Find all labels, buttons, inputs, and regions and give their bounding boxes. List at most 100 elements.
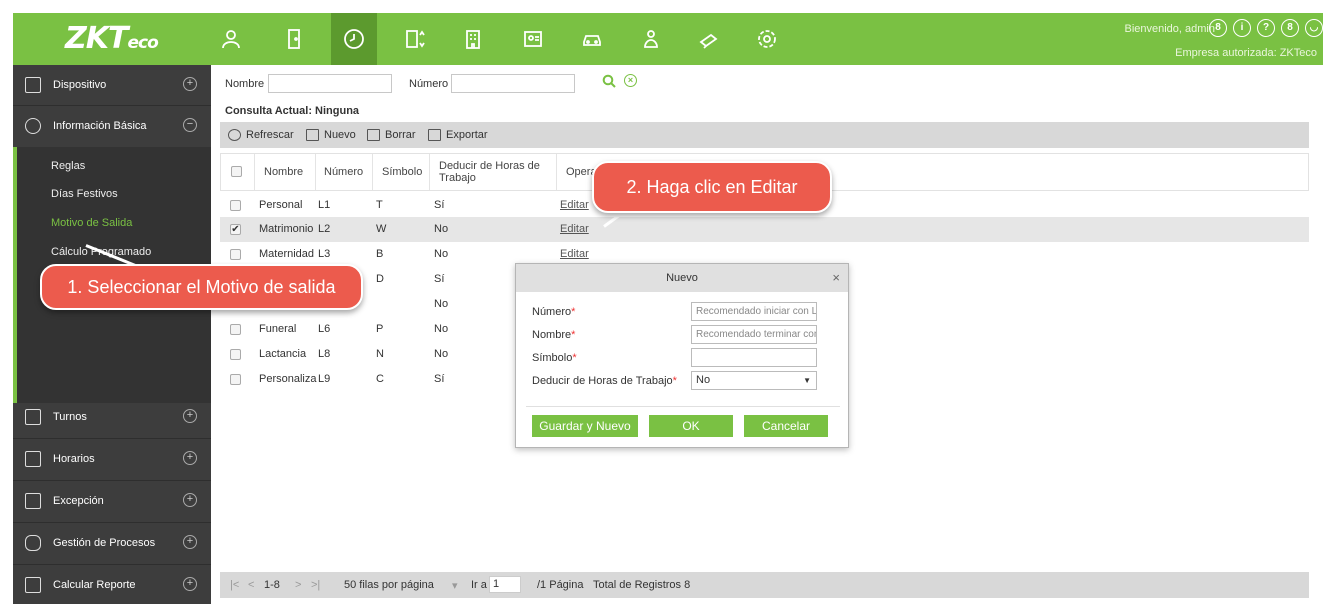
row-checkbox[interactable]: ✔ (230, 224, 241, 235)
sidebar-section-informacion-basica[interactable]: Información Básica − (13, 106, 211, 146)
help-icon[interactable]: ? (1257, 19, 1275, 37)
cancel-button[interactable]: Cancelar (744, 415, 828, 437)
car-icon[interactable] (569, 13, 615, 65)
column-numero[interactable]: Número (324, 166, 363, 178)
collapse-icon[interactable]: − (183, 118, 197, 132)
elevator-icon[interactable] (391, 13, 437, 65)
row-checkbox[interactable] (230, 249, 241, 260)
sidebar-section-horarios[interactable]: Horarios + (13, 439, 211, 479)
sidebar: Dispositivo + Información Básica − Regla… (13, 65, 211, 604)
delete-button[interactable]: Borrar (367, 129, 416, 141)
new-label: Nuevo (324, 129, 356, 141)
column-simbolo[interactable]: Símbolo (382, 166, 422, 178)
simbolo-input[interactable] (691, 348, 817, 367)
save-and-new-button[interactable]: Guardar y Nuevo (532, 415, 638, 437)
expand-icon[interactable]: + (183, 577, 197, 591)
visitor-icon[interactable] (510, 13, 556, 65)
prev-page-button[interactable]: < (248, 579, 254, 591)
sidebar-section-calcular-reporte[interactable]: Calcular Reporte + (13, 565, 211, 604)
cell-deducir: Sí (434, 273, 445, 285)
door-icon[interactable] (271, 13, 317, 65)
cell-simbolo: W (376, 223, 387, 235)
next-page-button[interactable]: > (295, 579, 301, 591)
expand-icon[interactable]: + (183, 77, 197, 91)
cell-deducir: No (434, 298, 449, 310)
power-icon[interactable]: ◡ (1305, 19, 1323, 37)
cell-nombre: Matrimonio (259, 223, 314, 235)
expand-icon[interactable]: + (183, 535, 197, 549)
user-circle-icon[interactable]: 8 (1209, 19, 1227, 37)
sidebar-section-label: Horarios (53, 453, 95, 465)
total-records: Total de Registros 8 (593, 579, 691, 591)
expand-icon[interactable]: + (183, 493, 197, 507)
clock-icon[interactable] (331, 13, 377, 65)
cell-nombre: Lactancia (259, 348, 307, 360)
exception-icon (25, 493, 41, 509)
settings-icon[interactable] (744, 13, 790, 65)
export-button[interactable]: Exportar (428, 129, 488, 141)
search-icon[interactable] (602, 74, 616, 88)
sidebar-item-reglas[interactable]: Reglas (51, 160, 85, 172)
sidebar-section-excepcion[interactable]: Excepción + (13, 481, 211, 521)
clear-filter-icon[interactable]: × (624, 74, 637, 87)
new-button[interactable]: Nuevo (306, 129, 356, 141)
callout-step-2: 2. Haga clic en Editar (592, 161, 832, 213)
rows-per-page-select[interactable]: 50 filas por página (344, 579, 434, 591)
close-icon[interactable]: × (832, 264, 840, 292)
ok-button[interactable]: OK (649, 415, 733, 437)
deducir-select[interactable]: No ▼ (691, 371, 817, 390)
building-icon[interactable] (450, 13, 496, 65)
first-page-button[interactable]: |< (230, 579, 239, 591)
sidebar-section-label: Turnos (53, 411, 87, 423)
sidebar-section-gestion-de-procesos[interactable]: Gestión de Procesos + (13, 523, 211, 563)
total-pages: /1 Página (537, 579, 584, 591)
schedule-icon (25, 451, 41, 467)
sidebar-section-turnos[interactable]: Turnos + (13, 397, 211, 437)
welcome-text: Bienvenido, admin (1124, 23, 1215, 35)
divider (526, 406, 840, 407)
sidebar-section-label: Información Básica (53, 120, 147, 132)
info-icon[interactable]: i (1233, 19, 1251, 37)
info-basic-icon (25, 118, 41, 134)
sidebar-section-dispositivo[interactable]: Dispositivo + (13, 65, 211, 105)
page-input[interactable]: 1 (489, 576, 521, 593)
patrol-icon[interactable] (628, 13, 674, 65)
select-all-checkbox[interactable] (231, 166, 242, 177)
cell-nombre: Personaliza (259, 373, 317, 385)
sidebar-item-dias-festivos[interactable]: Días Festivos (51, 188, 118, 200)
account-icon[interactable]: 8 (1281, 19, 1299, 37)
nombre-input[interactable]: Recomendado terminar con (691, 325, 817, 344)
sidebar-section-label: Dispositivo (53, 79, 107, 91)
expand-icon[interactable]: + (183, 451, 197, 465)
sidebar-item-motivo-de-salida[interactable]: Motivo de Salida (51, 217, 132, 229)
toolbar: Refrescar Nuevo Borrar Exportar (220, 122, 1309, 148)
column-deducir[interactable]: Deducir de Horas de Trabajo (439, 160, 559, 184)
edit-link[interactable]: Editar (560, 223, 589, 235)
column-nombre[interactable]: Nombre (264, 166, 303, 178)
numero-filter-input[interactable] (451, 74, 575, 93)
chevron-down-icon[interactable]: ▾ (452, 579, 458, 592)
delete-icon (367, 129, 380, 141)
refresh-button[interactable]: Refrescar (228, 129, 294, 141)
person-icon[interactable] (208, 13, 254, 65)
expand-icon[interactable]: + (183, 409, 197, 423)
cell-numero: L6 (318, 323, 331, 335)
edit-link[interactable]: Editar (560, 248, 589, 260)
table-row[interactable]: ✔ Matrimonio L2 W No Editar (220, 217, 1309, 242)
numero-filter-label: Número (409, 78, 449, 90)
camera-icon[interactable] (686, 13, 732, 65)
numero-input[interactable]: Recomendado iniciar con L (691, 302, 817, 321)
last-page-button[interactable]: >| (311, 579, 320, 591)
nombre-filter-input[interactable] (268, 74, 392, 93)
dialog-title: Nuevo (516, 264, 848, 292)
edit-link[interactable]: Editar (560, 199, 589, 211)
cell-deducir: Sí (434, 199, 445, 211)
row-checkbox[interactable] (230, 200, 241, 211)
cell-simbolo: D (376, 273, 384, 285)
row-checkbox[interactable] (230, 374, 241, 385)
row-checkbox[interactable] (230, 324, 241, 335)
row-checkbox[interactable] (230, 349, 241, 360)
refresh-label: Refrescar (246, 129, 294, 141)
cell-numero: L8 (318, 348, 331, 360)
cell-numero: L2 (318, 223, 331, 235)
